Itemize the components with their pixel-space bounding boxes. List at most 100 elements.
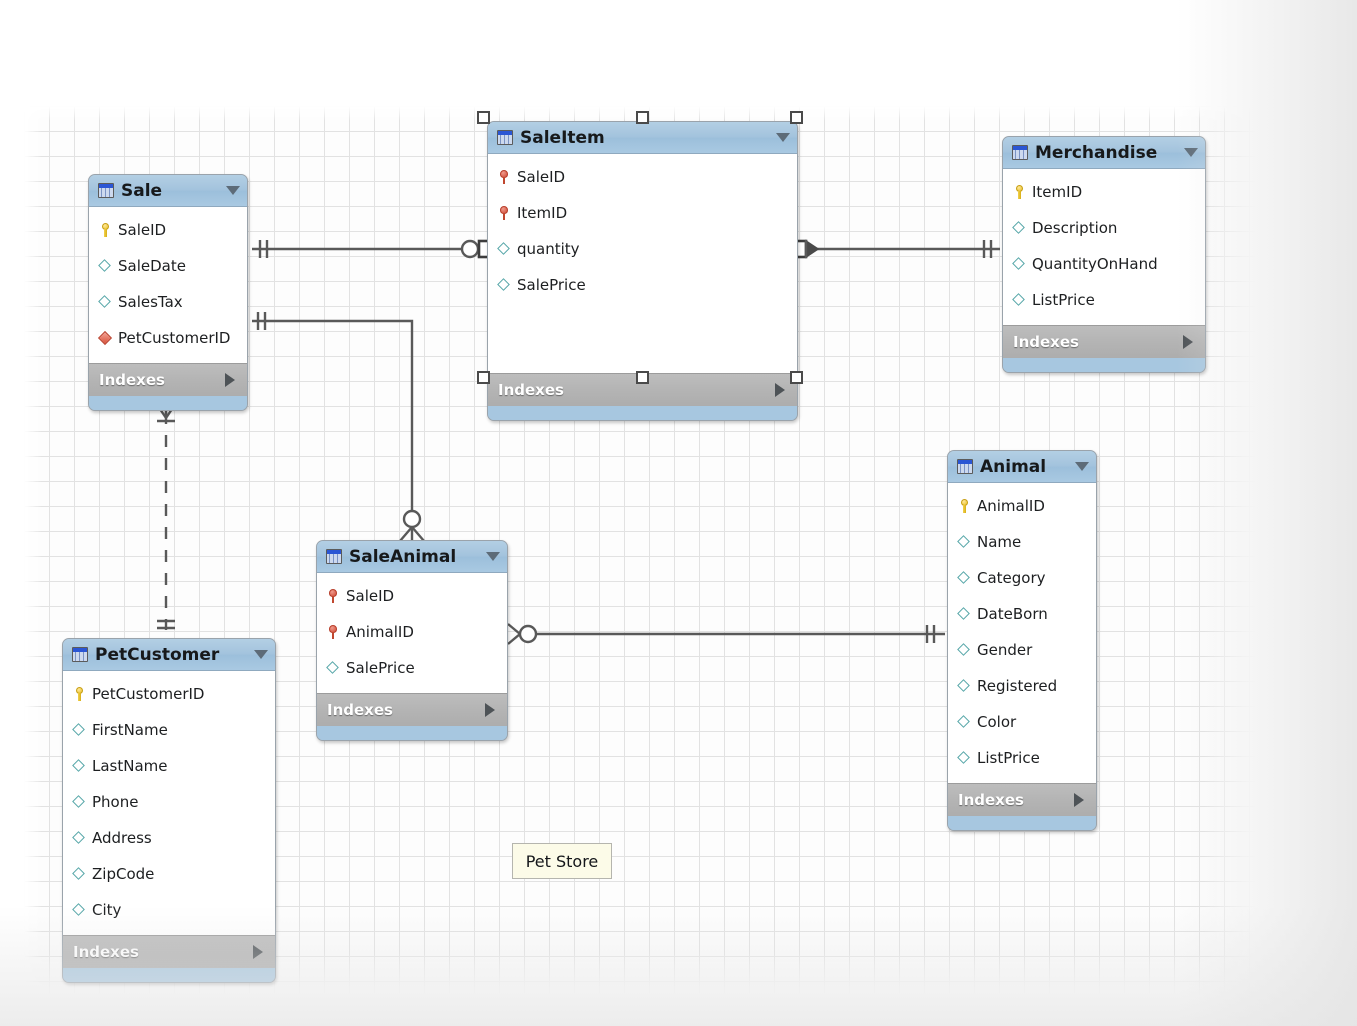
table-footer (948, 816, 1096, 830)
field-row[interactable]: SaleID (488, 159, 797, 195)
indexes-bar-sale[interactable]: Indexes (89, 363, 247, 396)
field-row[interactable]: Description (1003, 210, 1205, 246)
field-row[interactable]: FirstName (63, 712, 275, 748)
table-footer (1003, 358, 1205, 372)
diagram-canvas[interactable]: Sale SaleID SaleDate SalesTax PetCustome… (0, 0, 1357, 1026)
resize-handle-top-center[interactable] (636, 111, 649, 124)
field-list-saleitem: SaleID ItemID quantity SalePrice (488, 154, 797, 373)
indexes-bar-merchandise[interactable]: Indexes (1003, 325, 1205, 358)
field-label: Registered (977, 677, 1058, 695)
field-row[interactable]: quantity (488, 231, 797, 267)
table-petcustomer[interactable]: PetCustomer PetCustomerID FirstName Last… (62, 638, 276, 983)
table-footer (488, 406, 797, 420)
field-label: SalePrice (517, 276, 586, 294)
diagram-note-label[interactable]: Pet Store (512, 843, 612, 879)
field-label: Gender (977, 641, 1033, 659)
table-title: Animal (980, 456, 1047, 477)
field-label: SaleID (346, 587, 395, 605)
field-row[interactable]: ListPrice (948, 740, 1096, 776)
field-row[interactable]: ItemID (488, 195, 797, 231)
field-row[interactable]: Address (63, 820, 275, 856)
field-row[interactable]: PetCustomerID (89, 320, 247, 356)
chevron-down-icon[interactable] (226, 186, 240, 195)
table-merchandise[interactable]: Merchandise ItemID Description QuantityO… (1002, 136, 1206, 373)
key-icon (72, 686, 86, 702)
chevron-right-icon[interactable] (485, 703, 495, 717)
field-row[interactable]: Registered (948, 668, 1096, 704)
resize-handle-top-left[interactable] (477, 111, 490, 124)
table-header-petcustomer[interactable]: PetCustomer (63, 639, 275, 671)
field-row[interactable]: Category (948, 560, 1096, 596)
field-label: quantity (517, 240, 580, 258)
field-row[interactable]: DateBorn (948, 596, 1096, 632)
diamond-icon (72, 830, 86, 846)
field-row[interactable]: SaleID (317, 578, 507, 614)
indexes-bar-animal[interactable]: Indexes (948, 783, 1096, 816)
table-icon (497, 130, 513, 145)
field-list-animal: AnimalID Name Category DateBorn Gender R… (948, 483, 1096, 783)
field-row[interactable]: SalesTax (89, 284, 247, 320)
field-list-sale: SaleID SaleDate SalesTax PetCustomerID (89, 207, 247, 363)
field-row[interactable]: Color (948, 704, 1096, 740)
table-footer (63, 968, 275, 982)
field-row[interactable]: PetCustomerID (63, 676, 275, 712)
field-row[interactable]: ItemID (1003, 174, 1205, 210)
field-list-saleanimal: SaleID AnimalID SalePrice (317, 573, 507, 693)
resize-handle-bottom-right[interactable] (790, 371, 803, 384)
field-label: ListPrice (977, 749, 1040, 767)
diamond-icon (1012, 292, 1026, 308)
field-row[interactable]: LastName (63, 748, 275, 784)
chevron-down-icon[interactable] (486, 552, 500, 561)
resize-handle-bottom-center[interactable] (636, 371, 649, 384)
field-row[interactable]: AnimalID (317, 614, 507, 650)
table-animal[interactable]: Animal AnimalID Name Category DateBorn G… (947, 450, 1097, 831)
chevron-down-icon[interactable] (254, 650, 268, 659)
table-saleanimal[interactable]: SaleAnimal SaleID AnimalID SalePrice Ind… (316, 540, 508, 741)
table-icon (957, 459, 973, 474)
chevron-right-icon[interactable] (1074, 793, 1084, 807)
chevron-right-icon[interactable] (225, 373, 235, 387)
table-sale[interactable]: Sale SaleID SaleDate SalesTax PetCustome… (88, 174, 248, 411)
field-row[interactable]: AnimalID (948, 488, 1096, 524)
table-title: SaleItem (520, 127, 605, 148)
table-header-merchandise[interactable]: Merchandise (1003, 137, 1205, 169)
key-icon (98, 222, 112, 238)
field-label: LastName (92, 757, 168, 775)
field-label: SaleID (118, 221, 167, 239)
field-row[interactable]: Name (948, 524, 1096, 560)
field-row[interactable]: ListPrice (1003, 282, 1205, 318)
indexes-label: Indexes (99, 371, 165, 389)
table-header-animal[interactable]: Animal (948, 451, 1096, 483)
field-row[interactable]: SaleID (89, 212, 247, 248)
table-header-saleitem[interactable]: SaleItem (488, 122, 797, 154)
chevron-down-icon[interactable] (1184, 148, 1198, 157)
field-row[interactable]: City (63, 892, 275, 928)
diamond-icon (72, 794, 86, 810)
field-row[interactable]: SalePrice (317, 650, 507, 686)
resize-handle-top-right[interactable] (790, 111, 803, 124)
chevron-right-icon[interactable] (775, 383, 785, 397)
diamond-icon (98, 294, 112, 310)
chevron-down-icon[interactable] (1075, 462, 1089, 471)
field-row[interactable]: Phone (63, 784, 275, 820)
table-header-saleanimal[interactable]: SaleAnimal (317, 541, 507, 573)
table-footer (317, 726, 507, 740)
field-row[interactable]: SalePrice (488, 267, 797, 303)
resize-handle-bottom-left[interactable] (477, 371, 490, 384)
indexes-bar-petcustomer[interactable]: Indexes (63, 935, 275, 968)
field-label: SaleDate (118, 257, 186, 275)
indexes-bar-saleanimal[interactable]: Indexes (317, 693, 507, 726)
table-header-sale[interactable]: Sale (89, 175, 247, 207)
diamond-icon (957, 606, 971, 622)
field-label: AnimalID (346, 623, 414, 641)
chevron-down-icon[interactable] (776, 133, 790, 142)
field-row[interactable]: ZipCode (63, 856, 275, 892)
field-label: FirstName (92, 721, 168, 739)
pin-icon (326, 588, 340, 604)
field-row[interactable]: SaleDate (89, 248, 247, 284)
indexes-label: Indexes (327, 701, 393, 719)
chevron-right-icon[interactable] (1183, 335, 1193, 349)
field-row[interactable]: QuantityOnHand (1003, 246, 1205, 282)
chevron-right-icon[interactable] (253, 945, 263, 959)
field-row[interactable]: Gender (948, 632, 1096, 668)
